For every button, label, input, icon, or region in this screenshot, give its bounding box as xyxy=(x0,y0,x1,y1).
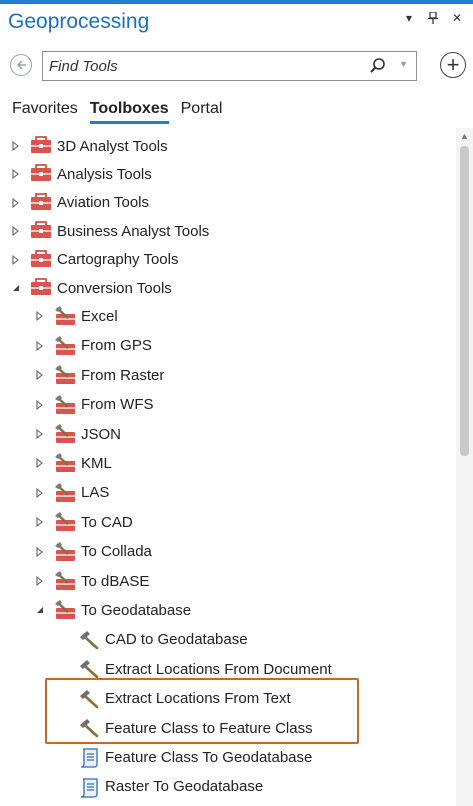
toolset-icon xyxy=(54,365,76,385)
collapsed-triangle-icon[interactable] xyxy=(34,428,46,440)
tool-hammer-icon xyxy=(78,659,100,679)
pane-top-border xyxy=(0,0,473,4)
tree-item[interactable]: To CAD xyxy=(0,508,455,536)
tree-item[interactable]: JSON xyxy=(0,420,455,448)
toolset-icon xyxy=(54,335,76,356)
tree-item[interactable]: Raster To Geodatabase xyxy=(0,773,455,801)
tree-item-label: JSON xyxy=(81,425,122,443)
toolset-icon xyxy=(54,453,76,473)
search-input[interactable] xyxy=(49,56,369,76)
search-dropdown-icon[interactable]: ▼ xyxy=(399,59,408,69)
tree-item-label: KML xyxy=(81,454,112,472)
toolset-icon xyxy=(54,600,76,620)
tree-item-label: To CAD xyxy=(81,513,133,531)
expanded-triangle-icon[interactable] xyxy=(10,282,22,294)
toolbox-icon xyxy=(30,221,52,241)
pane-options-chevron-icon[interactable]: ▾ xyxy=(401,10,417,26)
collapsed-triangle-icon[interactable] xyxy=(34,369,46,381)
toolset-icon xyxy=(54,306,76,326)
tree-item-label: Feature Class To Geodatabase xyxy=(105,748,313,766)
tree-item-label: LAS xyxy=(81,484,110,502)
collapsed-triangle-icon[interactable] xyxy=(34,399,46,411)
collapsed-triangle-icon[interactable] xyxy=(34,546,46,558)
tree-item-label: Conversion Tools xyxy=(57,279,172,297)
tree-item-label: To Geodatabase xyxy=(81,601,192,619)
tree-item[interactable]: KML xyxy=(0,449,455,477)
tree-item[interactable]: From GPS xyxy=(0,332,455,360)
tree-item[interactable]: To dBASE xyxy=(0,567,455,595)
tree-item-label: Extract Locations From Document xyxy=(105,660,332,678)
tree-item[interactable]: Feature Class To Geodatabase xyxy=(0,743,455,771)
tree-item-label: Analysis Tools xyxy=(57,165,152,183)
collapsed-triangle-icon[interactable] xyxy=(10,197,22,209)
tree-item-label: Cartography Tools xyxy=(57,251,179,269)
tree-item[interactable]: 3D Analyst Tools xyxy=(0,132,455,160)
toolbox-icon xyxy=(30,278,52,298)
tree-item-label: From GPS xyxy=(81,337,152,355)
collapsed-triangle-icon[interactable] xyxy=(34,516,46,528)
script-tool-icon xyxy=(78,777,100,798)
expanded-triangle-icon[interactable] xyxy=(34,604,46,616)
tree-item-label: To dBASE xyxy=(81,572,150,590)
tree-item[interactable]: To Geodatabase xyxy=(0,596,455,624)
tree-item-label: Raster To Geodatabase xyxy=(105,778,264,796)
collapsed-triangle-icon[interactable] xyxy=(34,310,46,322)
pin-icon[interactable] xyxy=(425,10,441,26)
search-box: ▼ xyxy=(42,51,417,81)
tree-item-label: CAD to Geodatabase xyxy=(105,631,248,649)
tree-item-label: From WFS xyxy=(81,396,154,414)
tree-item[interactable]: From WFS xyxy=(0,391,455,419)
close-icon[interactable]: ✕ xyxy=(449,10,465,26)
tree-item-label: Excel xyxy=(81,307,118,325)
tab-bar: Favorites Toolboxes Portal xyxy=(12,100,222,124)
tree-item[interactable]: From Raster xyxy=(0,361,455,389)
toolset-icon xyxy=(54,541,76,562)
tab-portal[interactable]: Portal xyxy=(181,100,223,124)
tree-item-label: Business Analyst Tools xyxy=(57,222,210,240)
search-icon[interactable] xyxy=(368,56,388,76)
collapsed-triangle-icon[interactable] xyxy=(34,575,46,587)
toolset-icon xyxy=(54,571,76,591)
toolset-icon xyxy=(54,482,76,503)
tree-item[interactable]: Aviation Tools xyxy=(0,189,455,217)
add-icon[interactable]: + xyxy=(440,52,466,78)
toolset-icon xyxy=(54,394,76,415)
tree-item[interactable]: CAD to Geodatabase xyxy=(0,626,455,654)
tree-item[interactable]: Excel xyxy=(0,302,455,330)
highlight-box xyxy=(45,678,359,744)
pane-title: Geoprocessing xyxy=(8,10,150,33)
tree-item-label: From Raster xyxy=(81,366,165,384)
tree-item[interactable]: Business Analyst Tools xyxy=(0,217,455,245)
script-tool-icon xyxy=(78,747,100,769)
tab-favorites[interactable]: Favorites xyxy=(12,100,78,124)
toolbox-icon xyxy=(30,249,52,270)
back-arrow-icon[interactable] xyxy=(10,54,32,76)
collapsed-triangle-icon[interactable] xyxy=(10,225,22,237)
collapsed-triangle-icon[interactable] xyxy=(34,340,46,352)
tree-item[interactable]: To Collada xyxy=(0,538,455,566)
toolbox-icon xyxy=(30,193,52,213)
toolbox-icon xyxy=(30,164,52,184)
tree-item-label: 3D Analyst Tools xyxy=(57,137,168,155)
tree-item[interactable]: Conversion Tools xyxy=(0,274,455,302)
tool-hammer-icon xyxy=(78,630,100,650)
toolbox-icon xyxy=(30,136,52,156)
collapsed-triangle-icon[interactable] xyxy=(10,140,22,152)
tree-item[interactable]: Analysis Tools xyxy=(0,160,455,188)
collapsed-triangle-icon[interactable] xyxy=(34,487,46,499)
tree-item[interactable]: LAS xyxy=(0,479,455,507)
toolset-icon xyxy=(54,512,76,532)
tree-item[interactable]: Cartography Tools xyxy=(0,246,455,274)
scrollbar-thumb[interactable] xyxy=(460,146,469,456)
tree-item-label: Aviation Tools xyxy=(57,194,150,212)
scroll-up-icon[interactable]: ▲ xyxy=(456,130,473,142)
pane-controls: ▾ ✕ xyxy=(401,10,465,26)
collapsed-triangle-icon[interactable] xyxy=(10,168,22,180)
toolset-icon xyxy=(54,424,76,444)
tree-item-label: To Collada xyxy=(81,543,152,561)
collapsed-triangle-icon[interactable] xyxy=(34,457,46,469)
tab-toolboxes[interactable]: Toolboxes xyxy=(89,100,169,124)
collapsed-triangle-icon[interactable] xyxy=(10,254,22,266)
